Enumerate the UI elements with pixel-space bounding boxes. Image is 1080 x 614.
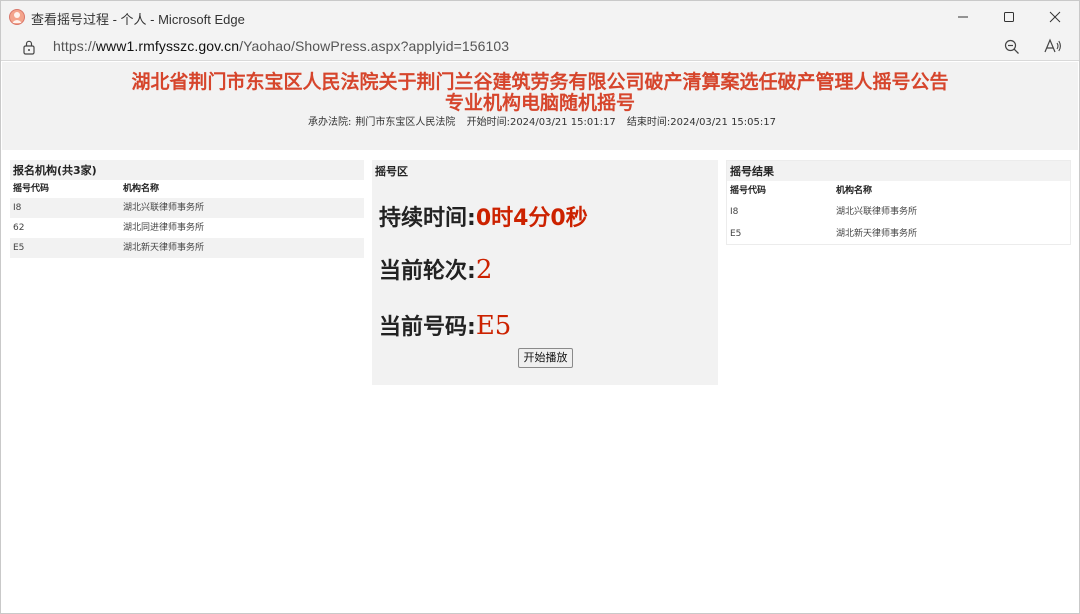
court-value: 荆门市东宝区人民法院 [355,117,456,128]
duration-value: 0时4分0秒 [475,206,588,231]
end-time-value: 2024/03/21 15:05:17 [670,117,776,128]
row-name: 湖北新天律师事务所 [123,243,205,253]
row-code: I8 [13,203,22,213]
round-value: 2 [475,255,493,285]
duration-line: 持续时间:0时4分0秒 [379,200,588,232]
row-name: 湖北兴联律师事务所 [123,203,205,213]
address-bar[interactable]: https://www1.rmfysszc.gov.cn/Yaohao/Show… [1,33,1079,61]
end-time-info: 结束时间:2024/03/21 15:05:17 [627,117,776,128]
window-title: 查看摇号过程 - 个人 - Microsoft Edge [31,12,245,27]
draw-panel: 摇号区 持续时间:0时4分0秒 当前轮次:2 当前号码:E5 开始播放 [372,160,718,385]
row-name: 湖北兴联律师事务所 [836,207,918,217]
title-bar: 查看摇号过程 - 个人 - Microsoft Edge [1,1,1079,33]
col-code-header: 摇号代码 [13,184,50,194]
registered-title: 报名机构(共3家) [10,160,364,180]
table-row: I8 湖北兴联律师事务所 [10,198,364,218]
close-button[interactable] [1032,1,1078,33]
number-line: 当前号码:E5 [379,309,511,341]
row-code: E5 [730,229,742,239]
table-row: 62 湖北同进律师事务所 [10,218,364,238]
results-title: 摇号结果 [727,161,1070,181]
table-row: I8 湖北兴联律师事务所 [727,201,1070,223]
minimize-button[interactable] [940,1,986,33]
row-name: 湖北新天律师事务所 [836,229,918,239]
col-name-header: 机构名称 [123,184,160,194]
registered-header-row: 摇号代码 机构名称 [10,180,364,198]
start-time-info: 开始时间:2024/03/21 15:01:17 [467,117,616,128]
court-info: 承办法院: 荆门市东宝区人民法院 [304,117,455,128]
court-label: 承办法院: [308,117,352,128]
row-code: I8 [730,207,739,217]
start-playback-button[interactable]: 开始播放 [518,348,573,368]
start-time-label: 开始时间: [466,117,510,128]
url-text[interactable]: https://www1.rmfysszc.gov.cn/Yaohao/Show… [53,38,509,54]
table-row: E5 湖北新天律师事务所 [727,223,1070,245]
browser-window: 查看摇号过程 - 个人 - Microsoft Edge https://www… [0,0,1080,614]
col-name-header: 机构名称 [836,186,873,196]
col-code-header: 摇号代码 [730,186,767,196]
duration-label: 持续时间: [379,206,476,231]
results-panel: 摇号结果 摇号代码 机构名称 I8 湖北兴联律师事务所 E5 湖北新天律师事务所 [726,160,1071,245]
end-time-label: 结束时间: [626,117,671,128]
round-label: 当前轮次: [379,259,476,284]
notice-meta: 承办法院: 荆门市东宝区人民法院 开始时间:2024/03/21 15:01:17… [2,116,1078,130]
row-code: 62 [13,223,25,233]
url-path: /Yaohao/ShowPress.aspx?applyid=156103 [239,38,510,54]
number-label: 当前号码: [379,315,476,340]
page-subtitle: 专业机构电脑随机摇号 [444,92,635,114]
row-code: E5 [13,243,25,253]
registered-panel: 报名机构(共3家) 摇号代码 机构名称 I8 湖北兴联律师事务所 62 湖北同进… [10,160,364,258]
row-name: 湖北同进律师事务所 [123,223,205,233]
table-row: E5 湖北新天律师事务所 [10,238,364,258]
draw-title: 摇号区 [375,165,408,178]
start-time-value: 2024/03/21 15:01:17 [509,117,616,128]
number-value: E5 [475,311,512,341]
lock-icon[interactable] [22,39,36,59]
url-prefix: https:// [53,38,96,54]
maximize-button[interactable] [986,1,1032,33]
url-host: www1.rmfysszc.gov.cn [95,38,240,54]
results-header-row: 摇号代码 机构名称 [727,181,1070,201]
page-content: 湖北省荆门市东宝区人民法院关于荆门兰谷建筑劳务有限公司破产清算案选任破产管理人摇… [2,62,1078,612]
page-title: 湖北省荆门市东宝区人民法院关于荆门兰谷建筑劳务有限公司破产清算案选任破产管理人摇… [131,71,949,93]
read-aloud-icon[interactable] [1044,38,1062,58]
round-line: 当前轮次:2 [379,253,492,285]
zoom-out-icon[interactable] [1004,39,1020,59]
notice-header: 湖北省荆门市东宝区人民法院关于荆门兰谷建筑劳务有限公司破产清算案选任破产管理人摇… [2,62,1078,150]
profile-avatar-icon[interactable] [9,9,25,25]
